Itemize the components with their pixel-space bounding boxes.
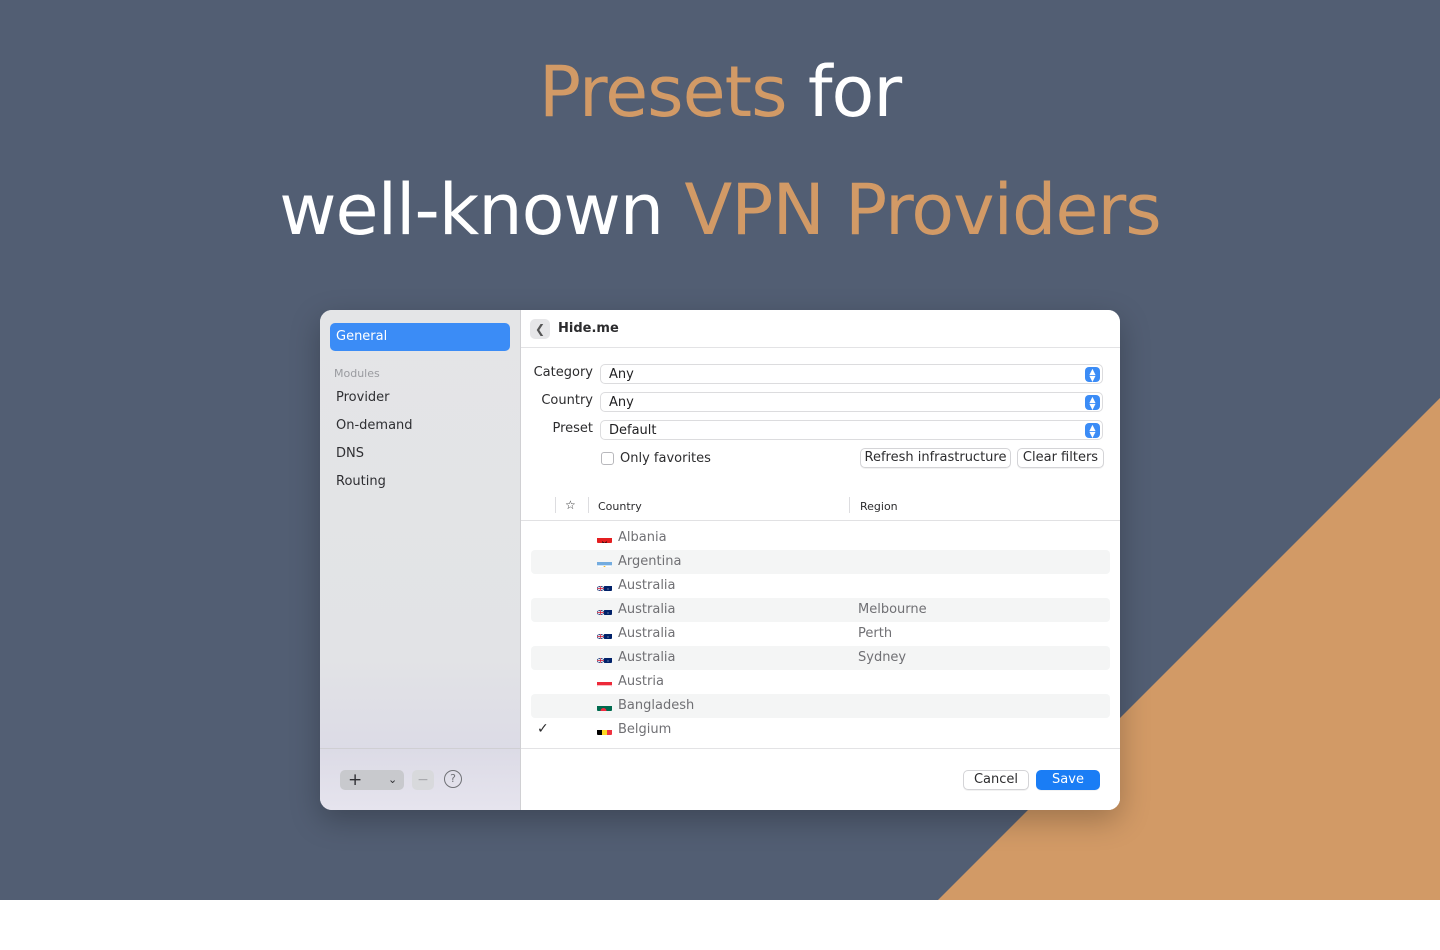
column-header-region[interactable]: Region [860, 500, 898, 513]
sidebar: General Modules Provider On-demand DNS R… [320, 310, 521, 810]
region-cell: Melbourne [858, 602, 927, 617]
country-cell: Belgium [618, 722, 672, 737]
headline-line-2: well-known VPN Providers [0, 170, 1440, 250]
footer-bar: Cancel Save [521, 748, 1120, 810]
argentina-flag-icon [597, 557, 612, 567]
table-row[interactable]: Albania [531, 526, 1110, 550]
updown-chevron-icon: ▲ ▼ [1085, 423, 1100, 439]
question-icon: ? [450, 772, 456, 785]
sidebar-item-on-demand[interactable]: On-demand [336, 418, 413, 433]
australia-flag-icon [597, 629, 612, 639]
table-row[interactable]: Argentina [531, 550, 1110, 574]
table-row[interactable]: Austria [531, 670, 1110, 694]
minus-icon: − [417, 772, 429, 788]
hero-background: Presets for well-known VPN Providers Gen… [0, 0, 1440, 900]
clear-filters-button[interactable]: Clear filters [1017, 448, 1104, 468]
sidebar-item-routing[interactable]: Routing [336, 474, 386, 489]
sidebar-item-general[interactable]: General [330, 323, 510, 351]
updown-chevron-icon: ▲ ▼ [1085, 395, 1100, 411]
preset-label: Preset [552, 421, 593, 436]
server-list: Albania Argentina Australia Australia Melbou… [521, 526, 1120, 748]
australia-flag-icon [597, 605, 612, 615]
sidebar-toolbar: + ⌄ − ? [320, 748, 520, 810]
category-select[interactable]: Any ▲ ▼ [600, 364, 1103, 384]
column-header-country[interactable]: Country [598, 500, 642, 513]
australia-flag-icon [597, 581, 612, 591]
app-window: General Modules Provider On-demand DNS R… [320, 310, 1120, 810]
country-cell: Australia [618, 578, 676, 593]
austria-flag-icon [597, 677, 612, 687]
add-module-button[interactable]: + ⌄ [340, 770, 404, 790]
updown-chevron-icon: ▲ ▼ [1085, 367, 1100, 383]
column-divider [555, 497, 556, 513]
country-cell: Australia [618, 602, 676, 617]
table-row[interactable]: Australia [531, 574, 1110, 598]
country-label: Country [541, 393, 593, 408]
remove-module-button[interactable]: − [412, 770, 434, 790]
table-row[interactable]: Bangladesh [531, 694, 1110, 718]
australia-flag-icon [597, 653, 612, 663]
bangladesh-flag-icon [597, 701, 612, 711]
sidebar-item-provider[interactable]: Provider [336, 390, 390, 405]
category-value: Any [609, 367, 634, 382]
refresh-infrastructure-button[interactable]: Refresh infrastructure [860, 448, 1011, 468]
table-header: ☆ Country Region [521, 495, 1120, 521]
table-row[interactable]: Australia Perth [531, 622, 1110, 646]
checkmark-icon: ✓ [537, 721, 549, 737]
belgium-flag-icon [597, 725, 612, 735]
country-cell: Australia [618, 650, 676, 665]
sidebar-section-modules: Modules [334, 367, 380, 380]
only-favorites-label: Only favorites [620, 451, 711, 466]
preset-select[interactable]: Default ▲ ▼ [600, 420, 1103, 440]
headline-well-known: well-known [279, 169, 685, 251]
only-favorites-checkbox[interactable] [601, 452, 614, 465]
star-icon[interactable]: ☆ [565, 498, 576, 512]
help-button[interactable]: ? [444, 770, 462, 788]
country-cell: Austria [618, 674, 664, 689]
headline-line-1: Presets for [0, 52, 1440, 132]
plus-icon: + [348, 770, 363, 790]
headline-accent-presets: Presets [538, 51, 788, 133]
cancel-button[interactable]: Cancel [963, 770, 1029, 790]
main-panel: ❮ Hide.me Category Any ▲ ▼ Country Any ▲ ▼… [521, 310, 1120, 810]
table-row[interactable]: Australia Sydney [531, 646, 1110, 670]
country-select[interactable]: Any ▲ ▼ [600, 392, 1103, 412]
headline-for: for [786, 51, 902, 133]
page-title: Hide.me [558, 321, 619, 336]
chevron-down-icon: ⌄ [388, 773, 398, 786]
preset-value: Default [609, 423, 657, 438]
country-cell: Argentina [618, 554, 682, 569]
table-row[interactable]: Australia Melbourne [531, 598, 1110, 622]
back-button[interactable]: ❮ [530, 319, 550, 339]
country-cell: Bangladesh [618, 698, 695, 713]
albania-flag-icon [597, 533, 612, 543]
country-value: Any [609, 395, 634, 410]
headline-accent-vpn-providers: VPN Providers [684, 169, 1161, 251]
country-cell: Australia [618, 626, 676, 641]
sidebar-item-dns[interactable]: DNS [336, 446, 364, 461]
chevron-left-icon: ❮ [534, 322, 546, 336]
table-row[interactable]: ✓ Belgium [531, 718, 1110, 742]
category-label: Category [533, 365, 593, 380]
country-cell: Albania [618, 530, 667, 545]
column-divider [849, 497, 850, 513]
region-cell: Sydney [858, 650, 907, 665]
region-cell: Perth [858, 626, 893, 641]
save-button[interactable]: Save [1036, 770, 1100, 790]
column-divider [588, 497, 589, 513]
title-bar: ❮ Hide.me [521, 310, 1120, 348]
